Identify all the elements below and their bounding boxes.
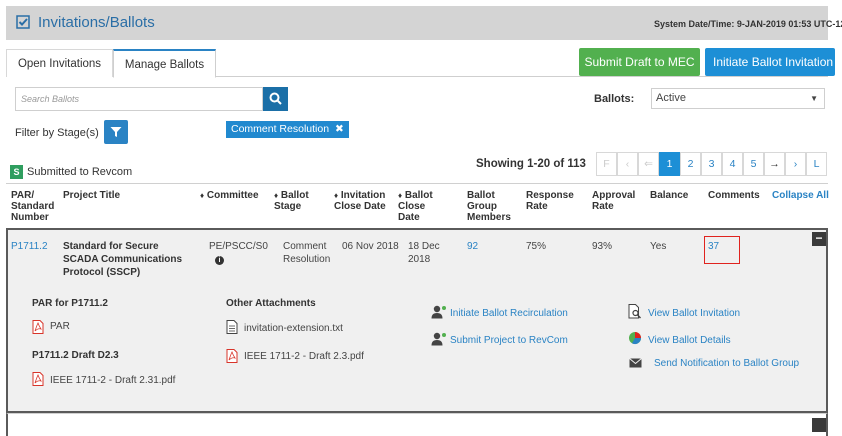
text-file-icon [226, 320, 238, 334]
system-datetime: System Date/Time: 9-JAN-2019 01:53 UTC-1… [654, 19, 842, 29]
stage-filter-button[interactable] [104, 120, 128, 144]
committee-cell: PE/PSCC/S0 i [209, 240, 275, 266]
page-next-button[interactable]: › [785, 152, 806, 176]
column-committee-label: Committee [206, 190, 259, 201]
submitted-legend-label: Submitted to Revcom [27, 166, 133, 178]
column-response-rate: Response Rate [526, 190, 574, 212]
page-last-button[interactable]: L [806, 152, 827, 176]
project-title: Standard for Secure SCADA Communications… [63, 241, 183, 278]
column-invitation-close-label: Invitation Close Date [334, 190, 386, 212]
comments-link[interactable]: 37 [708, 240, 719, 253]
tab-manage-ballots[interactable]: Manage Ballots [113, 49, 216, 78]
invitation-close-cell: 06 Nov 2018 [342, 241, 399, 252]
page-4-button[interactable]: 4 [722, 152, 743, 176]
column-ballot-stage[interactable]: ♦ Ballot Stage [274, 190, 322, 212]
column-invitation-close[interactable]: ♦ Invitation Close Date [334, 190, 394, 212]
draft-heading: P1711.2 Draft D2.3 [32, 350, 119, 361]
table-row: P1711.2 Standard for Secure SCADA Commun… [6, 228, 828, 413]
search-icon [269, 92, 282, 105]
attachments-heading: Other Attachments [226, 298, 316, 309]
page-back-button[interactable]: ⇐ [638, 152, 659, 176]
view-invitation-link[interactable]: View Ballot Invitation [648, 308, 740, 319]
checkbox-icon [16, 15, 30, 29]
stage-filter-chip[interactable]: Comment Resolution ✖ [226, 121, 349, 138]
column-balance: Balance [650, 190, 689, 201]
envelope-icon [629, 358, 642, 368]
sort-icon: ♦ [398, 191, 403, 200]
response-rate-cell: 75% [526, 241, 547, 252]
stage-filter-chip-label: Comment Resolution [231, 123, 330, 135]
column-committee[interactable]: ♦ Committee [200, 190, 270, 201]
search-button[interactable] [263, 87, 288, 111]
column-ballot-stage-label: Ballot Stage [274, 190, 309, 212]
sort-icon: ♦ [274, 191, 279, 200]
column-ballot-close[interactable]: ♦ Ballot Close Date [398, 190, 440, 223]
tab-open-invitations[interactable]: Open Invitations [6, 49, 113, 77]
page-1-button[interactable]: 1 [659, 152, 680, 176]
committee-value: PE/PSCC/S0 [209, 241, 268, 252]
page-5-button[interactable]: 5 [743, 152, 764, 176]
sort-icon: ♦ [334, 191, 339, 200]
initiate-recirculation-link[interactable]: Initiate Ballot Recirculation [450, 308, 568, 319]
stage-filter-label: Filter by Stage(s) [15, 127, 99, 139]
attachment-txt-link[interactable]: invitation-extension.txt [244, 323, 343, 334]
balance-cell: Yes [650, 241, 667, 252]
page-first-button[interactable]: F [596, 152, 617, 176]
ballots-status-value: Active [656, 92, 686, 104]
table-header: PAR/ Standard Number Project Title ♦ Com… [6, 183, 829, 228]
page-title: Invitations/Ballots [38, 14, 155, 31]
approval-rate-cell: 93% [592, 241, 613, 252]
close-icon[interactable]: ✖ [335, 123, 344, 135]
column-project-title: Project Title [63, 190, 121, 201]
ballot-stage-cell: Comment Resolution [283, 241, 331, 265]
collapse-all-link[interactable]: Collapse All [772, 190, 832, 201]
par-heading: PAR for P1711.2 [32, 298, 108, 309]
page-2-button[interactable]: 2 [680, 152, 701, 176]
column-comments: Comments [708, 190, 760, 201]
send-notification-link[interactable]: Send Notification to Ballot Group [654, 358, 799, 369]
column-approval-rate: Approval Rate [592, 190, 636, 212]
user-icon [431, 305, 446, 319]
page-prev-button[interactable]: ‹ [617, 152, 638, 176]
pdf-icon [32, 372, 44, 386]
pdf-icon [226, 349, 238, 363]
results-count: Showing 1-20 of 113 [476, 158, 586, 170]
user-icon [431, 332, 446, 346]
search-input[interactable]: Search Ballots [15, 87, 263, 111]
submitted-badge: S [10, 165, 23, 179]
page-forward-button[interactable]: → [764, 152, 785, 176]
column-par: PAR/ Standard Number [11, 190, 55, 223]
ballot-close-cell: 18 Dec 2018 [408, 241, 440, 265]
column-group-members: Ballot Group Members [467, 190, 511, 223]
chevron-down-icon: ▼ [810, 94, 818, 103]
ballots-status-select[interactable]: Active ▼ [651, 88, 825, 109]
filter-icon [110, 127, 122, 137]
draft-file-link[interactable]: IEEE 1711-2 - Draft 2.31.pdf [50, 375, 175, 386]
initiate-ballot-invitation-button[interactable]: Initiate Ballot Invitation [705, 48, 835, 76]
expand-row-button[interactable] [812, 418, 826, 432]
info-icon[interactable]: i [215, 256, 224, 265]
collapse-row-button[interactable]: − [812, 232, 826, 246]
pie-chart-icon [629, 332, 641, 345]
ballots-filter-label: Ballots: [594, 93, 635, 105]
column-ballot-close-label: Ballot Close Date [398, 190, 433, 223]
submit-draft-to-mec-button[interactable]: Submit Draft to MEC [579, 48, 700, 76]
attachment-pdf-link[interactable]: IEEE 1711-2 - Draft 2.3.pdf [244, 351, 364, 362]
document-search-icon [628, 304, 641, 319]
group-members-link[interactable]: 92 [467, 240, 478, 253]
page-3-button[interactable]: 3 [701, 152, 722, 176]
par-file-link[interactable]: PAR [50, 321, 70, 332]
table-row [6, 413, 828, 436]
submit-to-revcom-link[interactable]: Submit Project to RevCom [450, 335, 568, 346]
page-header: Invitations/Ballots System Date/Time: 9-… [6, 6, 842, 40]
sort-icon: ♦ [200, 191, 205, 200]
par-link[interactable]: P1711.2 [11, 240, 48, 253]
pdf-icon [32, 320, 44, 334]
view-details-link[interactable]: View Ballot Details [648, 335, 731, 346]
